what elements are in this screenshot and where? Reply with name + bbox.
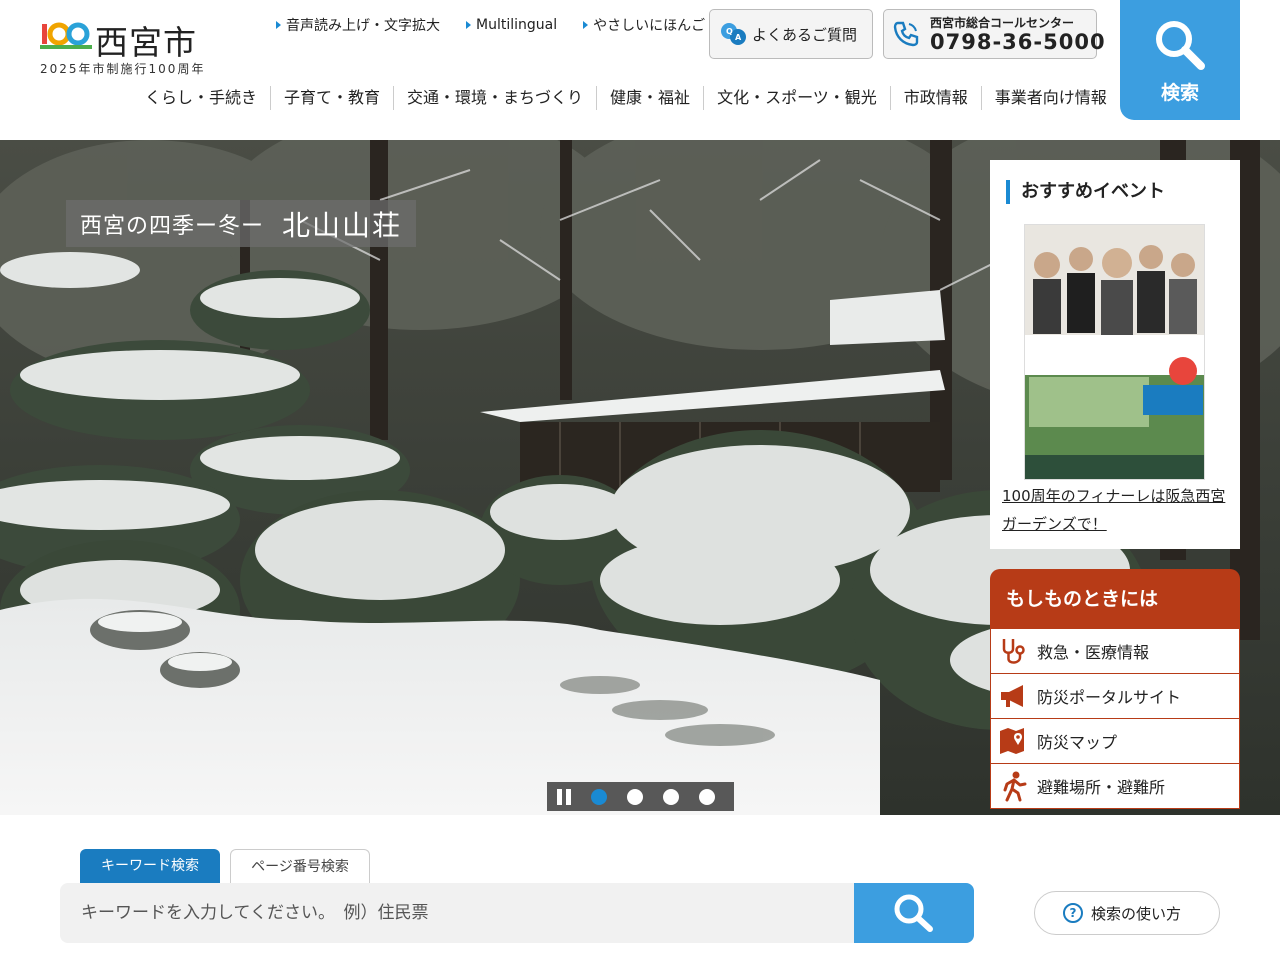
tab-keyword-search[interactable]: キーワード検索 xyxy=(80,849,220,889)
svg-text:A: A xyxy=(735,33,742,42)
site-logo[interactable]: 西宮市 2025年市制施行100周年 xyxy=(38,14,218,78)
util-link-easy-japanese[interactable]: やさしいにほんご xyxy=(583,15,705,35)
site-header: 西宮市 2025年市制施行100周年 音声読み上げ・文字拡大 Multiling… xyxy=(0,0,1280,140)
search-howto-label: 検索の使い方 xyxy=(1091,904,1182,923)
event-poster[interactable] xyxy=(1024,224,1205,480)
search-input[interactable] xyxy=(60,883,854,943)
util-link-multilingual[interactable]: Multilingual xyxy=(466,15,557,35)
megaphone-icon xyxy=(1001,685,1023,707)
phone-icon xyxy=(893,21,919,47)
city-name: 西宮市 xyxy=(95,23,197,62)
question-icon: ? xyxy=(1063,903,1083,923)
util-link-accessibility[interactable]: 音声読み上げ・文字拡大 xyxy=(276,15,440,35)
emergency-item-disaster-portal[interactable]: 防災ポータルサイト xyxy=(990,674,1240,719)
utility-links: 音声読み上げ・文字拡大 Multilingual やさしいにほんご xyxy=(276,15,705,35)
emergency-label: 避難場所・避難所 xyxy=(1037,778,1166,797)
svg-text:Q: Q xyxy=(726,27,733,36)
gnav-childcare-education[interactable]: 子育て・教育 xyxy=(270,86,393,110)
arrow-right-icon xyxy=(583,21,589,29)
search-tabs: キーワード検索 ページ番号検索 xyxy=(80,849,370,889)
gnav-transport-environment[interactable]: 交通・環境・まちづくり xyxy=(393,86,596,110)
emergency-item-medical[interactable]: 救急・医療情報 xyxy=(990,629,1240,674)
emergency-item-hazard-map[interactable]: 防災マップ xyxy=(990,719,1240,764)
caption-lead: 西宮の四季ー冬ー xyxy=(80,213,265,239)
search-howto-button[interactable]: ? 検索の使い方 xyxy=(1034,891,1220,935)
centennial-badge-icon xyxy=(40,22,92,49)
search-icon xyxy=(1156,21,1205,70)
event-poster-image xyxy=(1025,225,1204,479)
gnav-living[interactable]: くらし・手続き xyxy=(132,86,270,110)
emergency-panel: もしものときには 救急・医療情報 防災ポータルサイト 防災マップ 避難場所・避難… xyxy=(990,569,1240,809)
slide-dot-1[interactable] xyxy=(591,788,607,805)
gnav-city-info[interactable]: 市政情報 xyxy=(889,86,981,110)
emergency-label: 救急・医療情報 xyxy=(1037,643,1150,662)
tab-page-number-search[interactable]: ページ番号検索 xyxy=(230,849,370,883)
faq-label: よくあるご質問 xyxy=(752,25,858,44)
qa-icon: Q A xyxy=(721,23,746,45)
evacuation-icon xyxy=(1003,771,1027,802)
slide-dot-3[interactable] xyxy=(663,788,679,805)
slideshow-controls xyxy=(547,782,734,811)
search-icon xyxy=(894,894,933,932)
hero-slideshow: 西宮の四季ー冬ー 北山山荘 おすすめイベント 100周年のフィナーレは阪急西宮ガ… xyxy=(0,140,1280,815)
featured-event-link[interactable]: 100周年のフィナーレは阪急西宮ガーデンズで！ xyxy=(1002,482,1232,538)
arrow-right-icon xyxy=(276,21,281,29)
header-search-label: 検索 xyxy=(1160,82,1199,104)
emergency-item-evacuation[interactable]: 避難場所・避難所 xyxy=(990,764,1240,809)
arrow-right-icon xyxy=(466,21,471,29)
call-center-tel: 0798-36-5000 xyxy=(930,30,1106,54)
search-submit-button[interactable] xyxy=(854,883,974,943)
hero-caption: 西宮の四季ー冬ー 北山山荘 xyxy=(66,200,417,247)
gnav-health-welfare[interactable]: 健康・福祉 xyxy=(596,86,703,110)
caption-place: 北山山荘 xyxy=(282,208,403,242)
gnav-culture-sports[interactable]: 文化・スポーツ・観光 xyxy=(703,86,890,110)
slide-dot-2[interactable] xyxy=(627,788,643,805)
emergency-label: 防災マップ xyxy=(1037,733,1118,752)
call-center[interactable]: 西宮市総合コールセンター 0798-36-5000 xyxy=(883,9,1105,59)
stethoscope-icon xyxy=(1002,639,1025,664)
featured-event-title: おすすめイベント xyxy=(1006,180,1165,204)
gnav-business[interactable]: 事業者向け情報 xyxy=(980,86,1120,110)
centennial-subtitle: 2025年市制施行100周年 xyxy=(40,62,206,76)
emergency-title: もしものときには xyxy=(990,569,1240,629)
header-search-button[interactable]: 検索 xyxy=(1120,0,1240,120)
pause-icon[interactable] xyxy=(557,788,571,805)
faq-button[interactable]: Q A よくあるご質問 xyxy=(709,9,873,59)
emergency-label: 防災ポータルサイト xyxy=(1037,688,1182,707)
slide-dot-4[interactable] xyxy=(699,788,715,805)
map-icon xyxy=(1000,728,1024,754)
global-nav: くらし・手続き 子育て・教育 交通・環境・まちづくり 健康・福祉 文化・スポーツ… xyxy=(132,86,1120,110)
featured-event-panel: おすすめイベント 100周年のフィナーレは阪急西宮ガーデンズで！ xyxy=(990,160,1240,549)
call-center-name: 西宮市総合コールセンター xyxy=(930,16,1075,30)
